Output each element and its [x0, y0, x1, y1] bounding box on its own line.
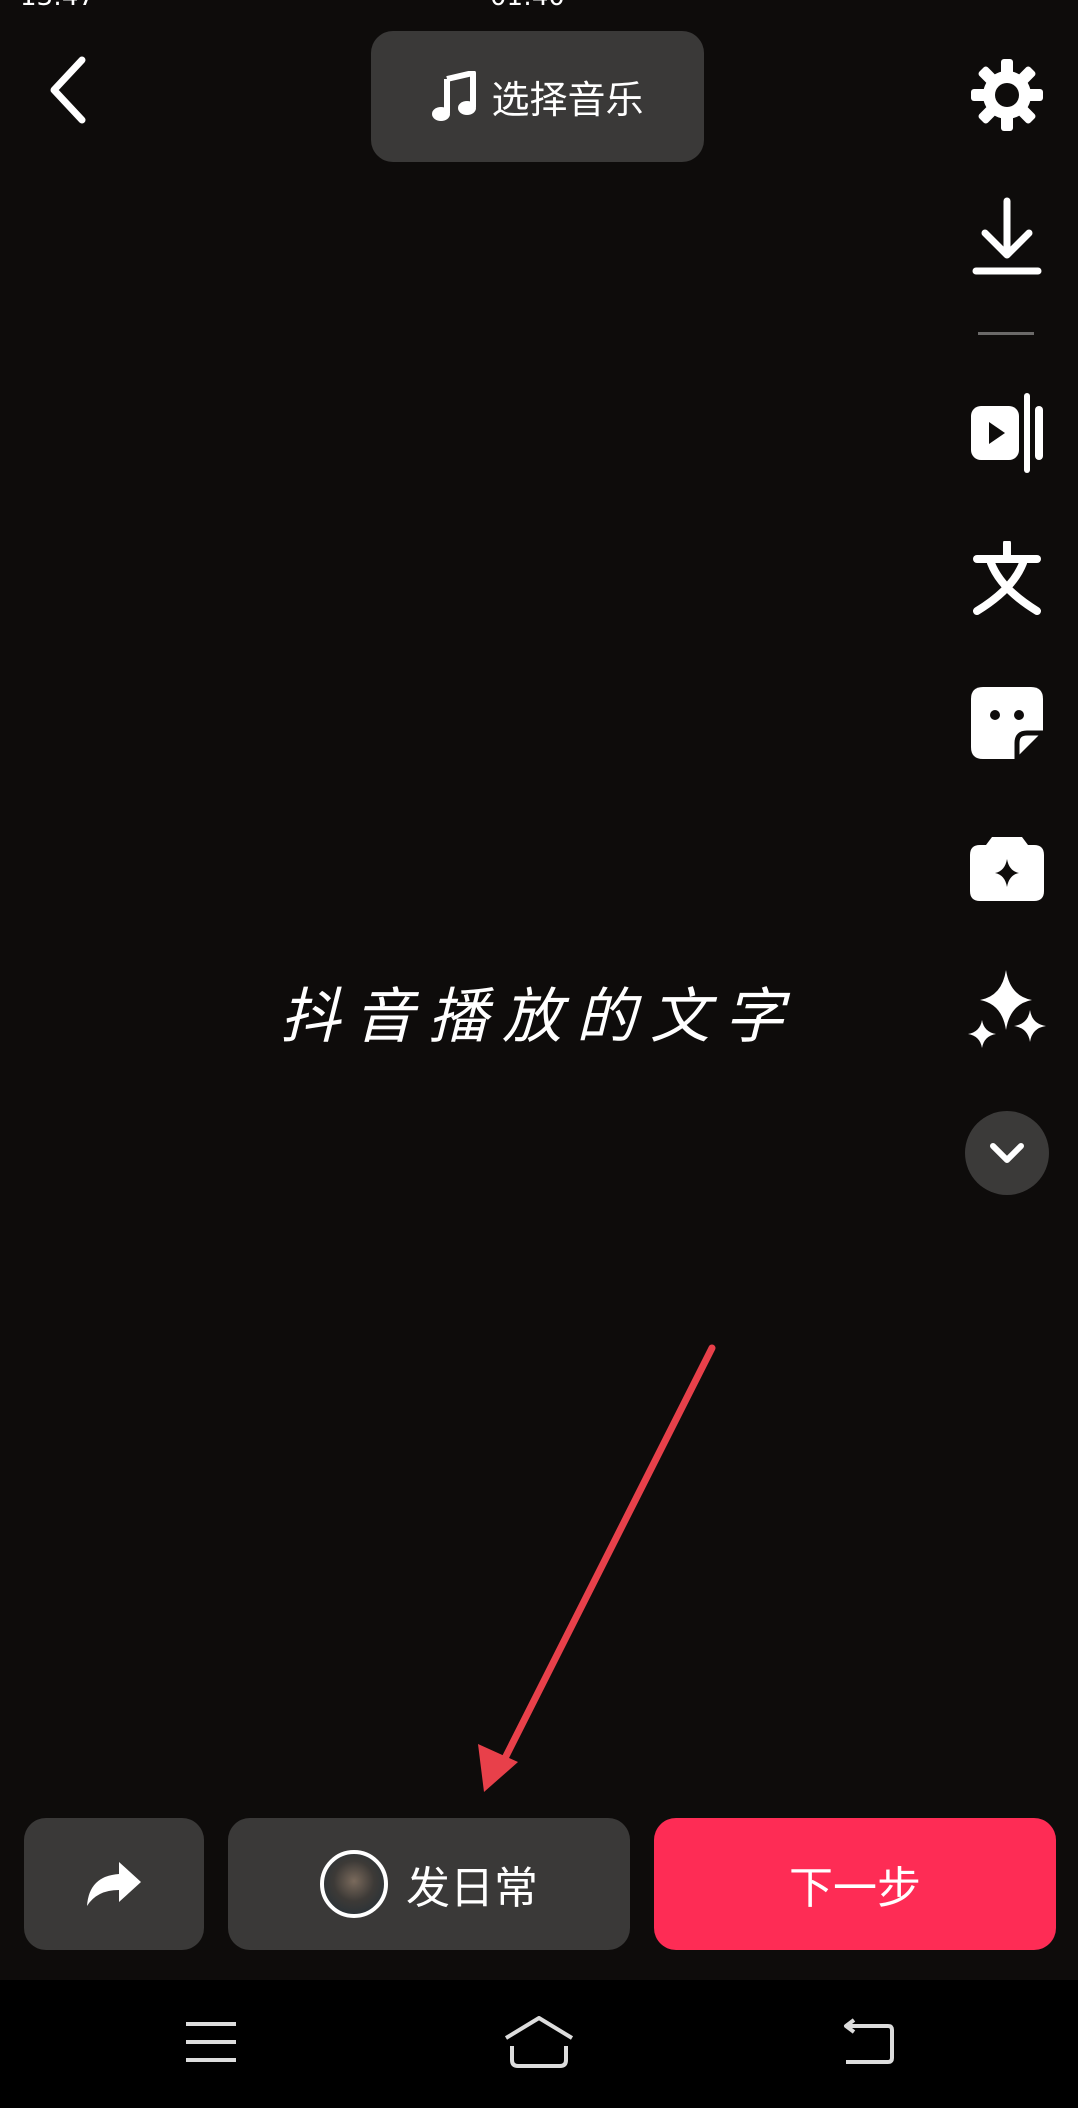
home-icon — [504, 2016, 574, 2068]
bottom-action-bar: 发日常 下一步 — [0, 1818, 1078, 1950]
nav-home-button[interactable] — [484, 2002, 594, 2082]
avatar — [320, 1850, 388, 1918]
next-step-label: 下一步 — [789, 1863, 921, 1914]
system-nav-bar — [0, 1980, 1078, 2108]
video-editor-canvas: 13:47 01:40 选择音乐 — [0, 0, 1078, 1980]
share-arrow-icon — [87, 1862, 141, 1906]
next-step-button[interactable]: 下一步 — [654, 1818, 1056, 1950]
share-button[interactable] — [24, 1818, 204, 1950]
nav-back-button[interactable] — [812, 2002, 922, 2082]
post-daily-label: 发日常 — [406, 1863, 538, 1914]
nav-menu-button[interactable] — [156, 2002, 266, 2082]
back-nav-icon — [844, 2018, 894, 2064]
post-daily-button[interactable]: 发日常 — [228, 1818, 630, 1950]
menu-icon — [186, 2022, 236, 2062]
annotation-arrow — [478, 1344, 716, 1792]
